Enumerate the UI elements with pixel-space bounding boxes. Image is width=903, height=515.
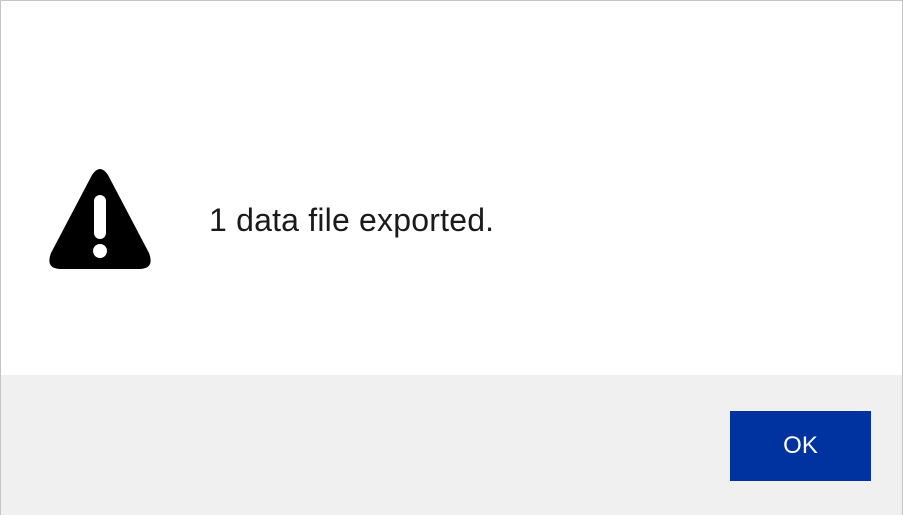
warning-icon bbox=[49, 169, 151, 269]
export-dialog: 1 data file exported. OK bbox=[0, 0, 903, 515]
dialog-content: 1 data file exported. bbox=[1, 1, 902, 375]
dialog-message: 1 data file exported. bbox=[209, 202, 495, 238]
ok-button[interactable]: OK bbox=[730, 411, 871, 481]
